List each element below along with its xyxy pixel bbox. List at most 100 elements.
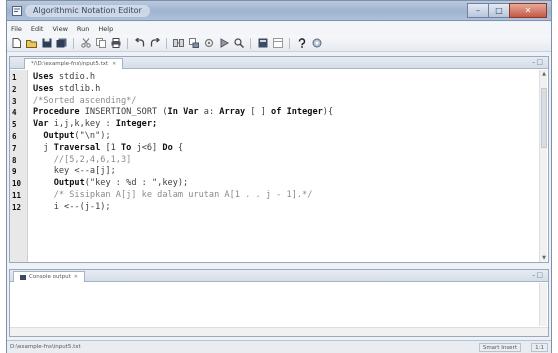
console-panel-controls[interactable]: –□ bbox=[532, 271, 544, 279]
console-panel: Console output ✕ –□ bbox=[9, 269, 549, 337]
keyword-token: Var bbox=[33, 119, 54, 130]
code-line[interactable]: 7 j Traversal [1 To j<6] Do { bbox=[10, 143, 540, 155]
save-all-icon[interactable] bbox=[56, 38, 67, 49]
editor-tab[interactable]: */\D:\example-fns\input5.txt ✕ bbox=[24, 58, 124, 69]
close-button[interactable]: ✕ bbox=[509, 3, 547, 18]
code-line[interactable]: 9 key <--a[j]; bbox=[10, 166, 540, 178]
open-folder-icon[interactable] bbox=[26, 38, 37, 49]
code-text: //[5,2,4,6,1,3] bbox=[33, 155, 132, 167]
toolbar-separator bbox=[166, 37, 167, 49]
keyword-token: Traversal bbox=[53, 142, 106, 153]
close-console-icon[interactable]: ✕ bbox=[74, 272, 78, 282]
find-icon[interactable] bbox=[173, 38, 184, 49]
line-number: 3 bbox=[12, 96, 17, 106]
help-icon[interactable] bbox=[296, 38, 307, 49]
line-number: 11 bbox=[12, 191, 22, 200]
maximize-panel-icon[interactable]: □ bbox=[536, 58, 544, 66]
layout-icon[interactable] bbox=[272, 38, 283, 49]
line-number: 1 bbox=[12, 73, 17, 82]
code-token: [1 bbox=[105, 142, 121, 153]
code-token: ){ bbox=[322, 107, 334, 118]
code-editor[interactable]: 1 Uses stdio.h 2 Uses stdlib.h 3 /*Sorted asc… bbox=[10, 70, 540, 262]
line-number: 5 bbox=[12, 120, 17, 130]
console-vertical-scrollbar[interactable] bbox=[539, 283, 547, 326]
comment-token: /*Sorted ascending*/ bbox=[33, 95, 137, 106]
code-line[interactable]: 10 Output("key : %d : ",key); bbox=[10, 178, 540, 190]
keyword-token: Output bbox=[33, 131, 75, 141]
code-line[interactable]: 5 Var i,j,k,key : Integer; bbox=[10, 119, 540, 131]
replace-icon[interactable] bbox=[188, 38, 199, 49]
maximize-console-icon[interactable]: □ bbox=[536, 271, 544, 279]
window-title: Algorithmic Notation Editor bbox=[25, 5, 150, 17]
cut-icon[interactable] bbox=[80, 38, 91, 49]
menu-edit[interactable]: Edit bbox=[31, 25, 44, 33]
editor-panel-controls[interactable]: –□ bbox=[532, 58, 544, 66]
minimize-button[interactable]: – bbox=[467, 3, 489, 18]
compile-icon[interactable] bbox=[203, 38, 214, 49]
menu-file[interactable]: File bbox=[11, 25, 22, 33]
editor-tab-strip: */\D:\example-fns\input5.txt ✕ –□ bbox=[10, 57, 548, 69]
keyword-token: Uses bbox=[33, 83, 59, 94]
print-icon[interactable] bbox=[110, 38, 121, 49]
console-tab[interactable]: Console output ✕ bbox=[13, 271, 85, 282]
editor-vertical-scrollbar[interactable]: ▲ ▼ bbox=[539, 70, 547, 262]
code-line[interactable]: 2 Uses stdlib.h bbox=[10, 84, 540, 96]
new-file-icon[interactable] bbox=[11, 38, 22, 49]
line-number: 9 bbox=[12, 167, 17, 177]
code-text: Procedure INSERTION_SORT (In Var a: Arra… bbox=[33, 107, 333, 119]
search-icon[interactable] bbox=[233, 38, 244, 49]
keyword-token: To bbox=[120, 142, 137, 153]
menu-view[interactable]: View bbox=[52, 25, 67, 33]
console-tab-label: Console output bbox=[29, 274, 71, 280]
code-token: [ ] bbox=[250, 107, 272, 118]
code-text: Output("\n"); bbox=[33, 131, 110, 143]
redo-icon[interactable] bbox=[149, 38, 160, 49]
toolbar-separator bbox=[127, 37, 128, 49]
code-line[interactable]: 3 /*Sorted ascending*/ bbox=[10, 96, 540, 108]
code-token: j<6] bbox=[136, 142, 163, 153]
menu-help[interactable]: Help bbox=[98, 25, 113, 33]
code-text: i <--(j-1); bbox=[33, 202, 111, 214]
code-line[interactable]: 1 Uses stdio.h bbox=[10, 72, 540, 84]
code-line[interactable]: 6 Output("\n"); bbox=[10, 131, 540, 143]
status-bar: D:\example-fns\input5.txt Smart Insert 1… bbox=[7, 340, 551, 353]
maximize-button[interactable]: □ bbox=[488, 3, 510, 18]
code-text: key <--a[j]; bbox=[33, 166, 116, 178]
menu-bar: File Edit View Run Help bbox=[7, 22, 551, 35]
line-number: 8 bbox=[12, 155, 17, 165]
save-icon[interactable] bbox=[41, 38, 52, 49]
undo-icon[interactable] bbox=[134, 38, 145, 49]
code-text: j Traversal [1 To j<6] Do { bbox=[33, 143, 183, 155]
code-line[interactable]: 4 Procedure INSERTION_SORT (In Var a: Arr… bbox=[10, 107, 540, 119]
keyword-token: Array bbox=[219, 107, 251, 118]
close-tab-icon[interactable]: ✕ bbox=[112, 59, 116, 69]
code-line[interactable]: 12 i <--(j-1); bbox=[10, 202, 540, 214]
menu-run[interactable]: Run bbox=[77, 25, 89, 33]
code-line[interactable]: 11 /* Sisipkan A[j] ke dalam urutan A[1 … bbox=[10, 190, 540, 202]
code-text: /* Sisipkan A[j] ke dalam urutan A[1 . .… bbox=[33, 190, 313, 202]
toolbar-separator bbox=[250, 37, 251, 49]
title-bar[interactable]: Algorithmic Notation Editor – □ ✕ bbox=[7, 1, 551, 21]
run-icon[interactable] bbox=[218, 38, 229, 49]
scrollbar-thumb[interactable] bbox=[541, 88, 547, 148]
code-text: Uses stdlib.h bbox=[33, 84, 100, 96]
console-horizontal-scrollbar[interactable] bbox=[10, 327, 548, 336]
keyword-token: of Integer bbox=[271, 107, 323, 118]
code-token: i,j,k,key : bbox=[53, 119, 116, 130]
scroll-up-icon[interactable]: ▲ bbox=[541, 71, 547, 77]
scroll-down-icon[interactable]: ▼ bbox=[541, 255, 547, 261]
toolbar-separator bbox=[73, 37, 74, 49]
copy-icon[interactable] bbox=[95, 38, 106, 49]
code-line[interactable]: 8 //[5,2,4,6,1,3] bbox=[10, 155, 540, 167]
settings-icon[interactable] bbox=[311, 38, 322, 49]
console-icon bbox=[20, 274, 26, 280]
keyword-token: Uses bbox=[33, 72, 59, 82]
console-output[interactable] bbox=[10, 283, 540, 326]
code-token: a: bbox=[203, 107, 220, 118]
build-icon[interactable] bbox=[257, 38, 268, 49]
keyword-token: Integer; bbox=[115, 119, 158, 130]
line-number: 6 bbox=[12, 132, 17, 141]
toolbar-separator bbox=[289, 37, 290, 49]
code-text: Output("key : %d : ",key); bbox=[33, 178, 189, 190]
app-window: Algorithmic Notation Editor – □ ✕ File E… bbox=[6, 0, 552, 353]
